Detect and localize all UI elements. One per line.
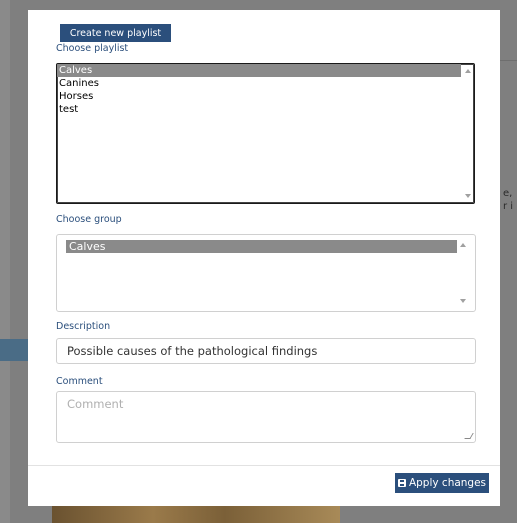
playlist-option[interactable]: Canines	[57, 77, 474, 90]
description-label: Description	[56, 321, 111, 332]
comment-field[interactable]: Comment	[56, 391, 476, 443]
scroll-up-icon[interactable]	[460, 243, 466, 247]
group-scrollbar[interactable]	[457, 235, 469, 311]
playlist-listbox[interactable]: Calves Canines Horses test	[56, 63, 475, 204]
floppy-disk-icon	[397, 479, 406, 487]
comment-placeholder: Comment	[67, 397, 124, 411]
comment-label: Comment	[56, 376, 103, 387]
background-text: e, r i	[503, 187, 513, 213]
group-option[interactable]: Calves	[66, 240, 457, 253]
background-divider	[500, 60, 517, 61]
playlist-scrollbar[interactable]	[462, 64, 474, 203]
choose-playlist-label: Choose playlist	[56, 43, 129, 54]
playlist-option[interactable]: test	[57, 103, 474, 116]
playlist-option[interactable]: Horses	[57, 90, 474, 103]
background-nav-strip	[0, 339, 30, 361]
footer-divider	[28, 465, 500, 466]
choose-group-label: Choose group	[56, 214, 122, 225]
background-text-line: r i	[503, 201, 514, 212]
group-listbox[interactable]: Calves	[56, 234, 476, 312]
create-playlist-button[interactable]: Create new playlist	[60, 24, 171, 42]
resize-grip-icon[interactable]	[464, 433, 474, 439]
apply-changes-button[interactable]: Apply changes	[395, 473, 489, 493]
apply-changes-label: Apply changes	[408, 477, 487, 489]
background-text-line: e,	[503, 188, 513, 199]
description-field[interactable]: Possible causes of the pathological find…	[56, 338, 476, 364]
playlist-modal: Create new playlist Choose playlist Calv…	[28, 10, 500, 506]
playlist-option[interactable]: Calves	[57, 64, 461, 77]
scroll-up-icon[interactable]	[465, 69, 471, 73]
background-photo	[52, 505, 340, 523]
scroll-down-icon[interactable]	[460, 299, 466, 303]
scroll-down-icon[interactable]	[465, 194, 471, 198]
